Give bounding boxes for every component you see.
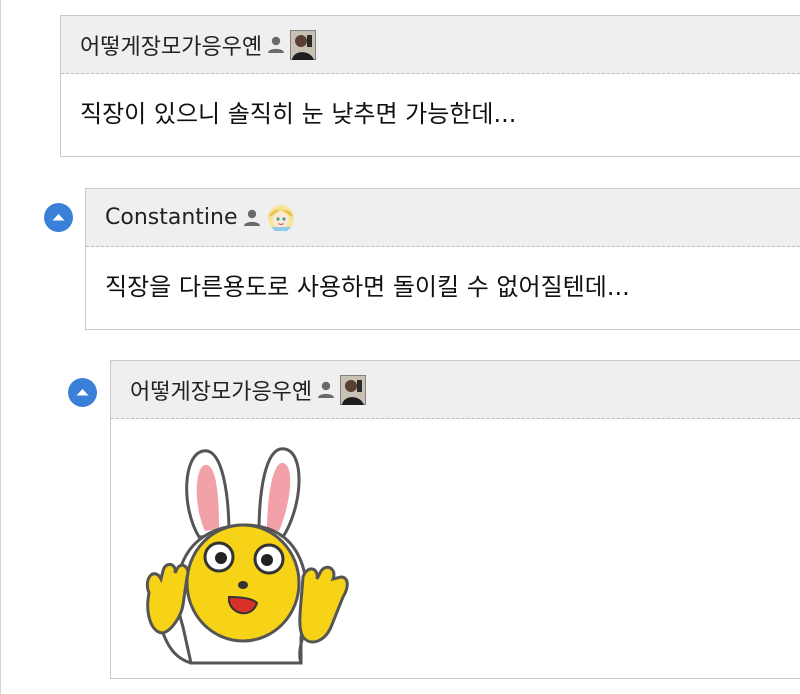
collapse-toggle-button[interactable] — [44, 203, 73, 232]
comment-author[interactable]: 어떻게장모가응우옌 — [130, 374, 312, 406]
comment-thread: 어떻게장모가응우옌 직장이 있으니 솔직히 눈 낮추면 가능한데... Cons… — [0, 0, 800, 694]
comment-author[interactable]: 어떻게장모가응우옌 — [80, 29, 262, 61]
avatar[interactable] — [289, 28, 317, 61]
comment: 어떻게장모가응우옌 — [110, 360, 800, 679]
person-icon — [316, 380, 336, 400]
comment-header: 어떻게장모가응우옌 — [111, 361, 800, 419]
rabbit-sticker — [146, 447, 349, 665]
comment-text: 직장을 다른용도로 사용하면 돌이킬 수 없어질텐데... — [105, 273, 630, 301]
comment-header: Constantine — [86, 189, 800, 247]
person-icon — [242, 208, 262, 228]
chevron-up-icon — [52, 214, 65, 221]
comment: Constantine 직장을 다른용도로 사용하면 돌이킬 수 없어질텐데..… — [85, 188, 800, 330]
comment-text: 직장이 있으니 솔직히 눈 낮추면 가능한데... — [80, 100, 517, 128]
comment-author[interactable]: Constantine — [105, 205, 238, 230]
collapse-toggle-button[interactable] — [68, 378, 97, 407]
avatar[interactable] — [339, 373, 367, 406]
avatar[interactable] — [266, 203, 294, 233]
chevron-up-icon — [76, 389, 89, 396]
comment: 어떻게장모가응우옌 직장이 있으니 솔직히 눈 낮추면 가능한데... — [60, 15, 800, 157]
person-icon — [266, 35, 286, 55]
comment-header: 어떻게장모가응우옌 — [61, 16, 800, 74]
